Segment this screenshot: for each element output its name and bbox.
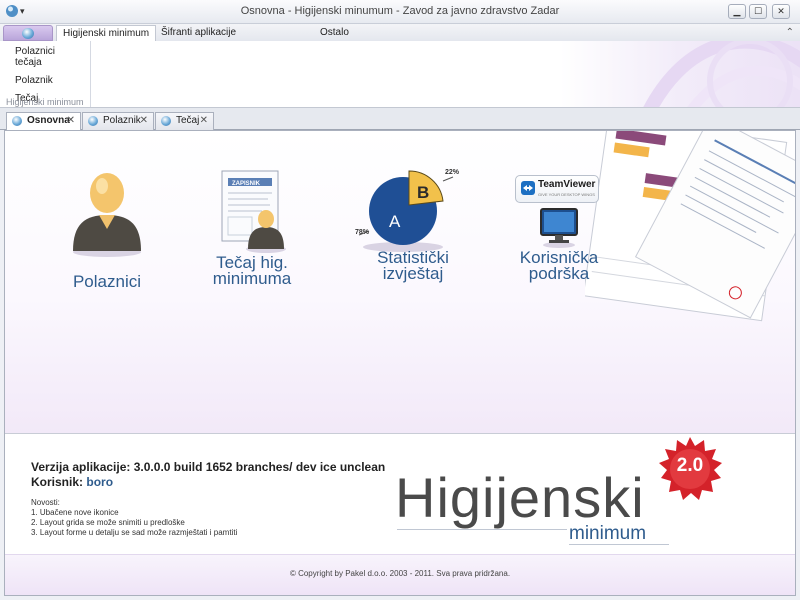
ribbon-tab-ostalo[interactable]: Ostalo	[314, 25, 355, 41]
copyright-text: © Copyright by Pakel d.o.o. 2003 - 2011.…	[289, 569, 511, 578]
tile-statisticki-izvjestaj[interactable]: A B 22% 78% Statistički izvještaj	[343, 169, 483, 329]
tile-polaznici[interactable]: Polaznici	[37, 169, 177, 329]
doc-tab-tecaj[interactable]: Tečaj ✕	[155, 112, 214, 130]
logo-sub-text: minimum	[569, 523, 647, 544]
document-caption: ZAPISNIK	[232, 181, 261, 187]
doc-tab-label: Osnovna	[27, 115, 70, 126]
ribbon-group-higijenski-minimum: Polaznici tečaja Polaznik Tečaj Higijens…	[4, 41, 91, 107]
teamviewer-logo: TeamViewer GIVE YOUR DESKTOP WINGS	[515, 175, 599, 203]
pie-percent-b: 22%	[445, 169, 460, 176]
news-list: Novosti: 1. Ubačene nove ikonice 2. Layo…	[31, 498, 237, 538]
doc-tab-label: Tečaj	[176, 115, 200, 126]
app-globe-icon	[161, 116, 171, 126]
tile-label: Polaznici	[72, 272, 142, 291]
doc-tab-polaznik[interactable]: Polaznik ✕	[82, 112, 154, 130]
user-line: Korisnik: boro	[31, 475, 113, 489]
ribbon-tab-strip: Higijenski minimum Šifranti aplikacije O…	[0, 24, 800, 41]
logo-divider	[569, 544, 669, 545]
person-icon	[73, 173, 141, 257]
teamviewer-tagline: GIVE YOUR DESKTOP WINGS	[538, 192, 595, 197]
close-icon[interactable]: ✕	[67, 113, 75, 129]
teamviewer-icon	[521, 181, 535, 195]
close-icon[interactable]: ✕	[140, 113, 148, 129]
dashboard-hero: Polaznici ZAPISNIK Tečaj hig. minimuma A…	[5, 131, 795, 434]
tile-label: minimuma	[212, 269, 292, 288]
tile-label: podrška	[528, 264, 590, 283]
monitor-icon	[540, 208, 578, 248]
ribbon-item-polaznici-tecaja[interactable]: Polaznici tečaja	[4, 43, 90, 72]
pie-percent-a: 78%	[355, 229, 370, 236]
app-globe-icon	[88, 116, 98, 126]
tile-korisnicka-podrska[interactable]: TeamViewer GIVE YOUR DESKTOP WINGS Koris…	[489, 169, 629, 329]
user-label: Korisnik:	[31, 475, 84, 489]
version-line: Verzija aplikacije: 3.0.0.0 build 1652 b…	[31, 460, 385, 474]
logo-main-text: Higijenski	[395, 466, 645, 529]
document-tab-strip: Osnovna ✕ Polaznik ✕ Tečaj ✕	[0, 108, 800, 130]
user-value: boro	[86, 475, 114, 489]
title-bar: ▾ Osnovna - Higijenski minumum - Zavod z…	[0, 0, 800, 24]
version-value: 3.0.0.0 build 1652 branches/ dev ice unc…	[133, 460, 386, 474]
maximize-button[interactable]: ☐	[749, 4, 767, 19]
pie-label-a: A	[389, 212, 401, 231]
footer: © Copyright by Pakel d.o.o. 2003 - 2011.…	[5, 554, 795, 595]
main-content: Polaznici ZAPISNIK Tečaj hig. minimuma A…	[4, 130, 796, 596]
info-panel: Verzija aplikacije: 3.0.0.0 build 1652 b…	[5, 434, 795, 554]
pie-chart-icon	[358, 170, 454, 252]
ribbon-tab-higijenski-minimum[interactable]: Higijenski minimum	[56, 25, 157, 41]
close-icon[interactable]: ✕	[200, 113, 208, 129]
app-globe-icon	[12, 116, 22, 126]
tile-label: izvještaj	[382, 264, 444, 283]
pie-label-b: B	[417, 183, 430, 202]
ribbon-item-polaznik[interactable]: Polaznik	[4, 72, 90, 90]
application-menu-button[interactable]	[3, 25, 53, 41]
window-title: Osnovna - Higijenski minumum - Zavod za …	[240, 5, 560, 17]
news-item: 1. Ubačene nove ikonice	[31, 508, 119, 517]
tile-tecaj-hig-minimuma[interactable]: ZAPISNIK Tečaj hig. minimuma	[182, 169, 322, 329]
ribbon-swirl-decoration	[643, 41, 800, 107]
ribbon-tab-sifranti[interactable]: Šifranti aplikacije	[155, 25, 242, 41]
ribbon-collapse-icon[interactable]: ⌃	[786, 27, 794, 38]
teamviewer-brand: TeamViewer	[538, 179, 596, 190]
minimize-button[interactable]: ▁	[728, 4, 746, 19]
logo-divider	[397, 529, 567, 530]
doc-tab-osnovna[interactable]: Osnovna ✕	[6, 112, 81, 130]
ribbon-panel: Polaznici tečaja Polaznik Tečaj Higijens…	[0, 41, 800, 108]
doc-tab-label: Polaznik	[103, 115, 141, 126]
version-label: Verzija aplikacije:	[31, 460, 131, 474]
news-title: Novosti:	[31, 498, 60, 507]
product-logo: Higijenski minimum 2.0	[391, 437, 731, 550]
news-item: 2. Layout grida se može snimiti u predlo…	[31, 518, 185, 527]
news-item: 3. Layout forme u detalju se sad može ra…	[31, 528, 238, 537]
ribbon-group-label: Higijenski minimum	[6, 97, 84, 107]
version-badge-text: 2.0	[676, 455, 704, 476]
close-button[interactable]: ✕	[772, 4, 790, 19]
app-orb-icon	[22, 28, 34, 39]
